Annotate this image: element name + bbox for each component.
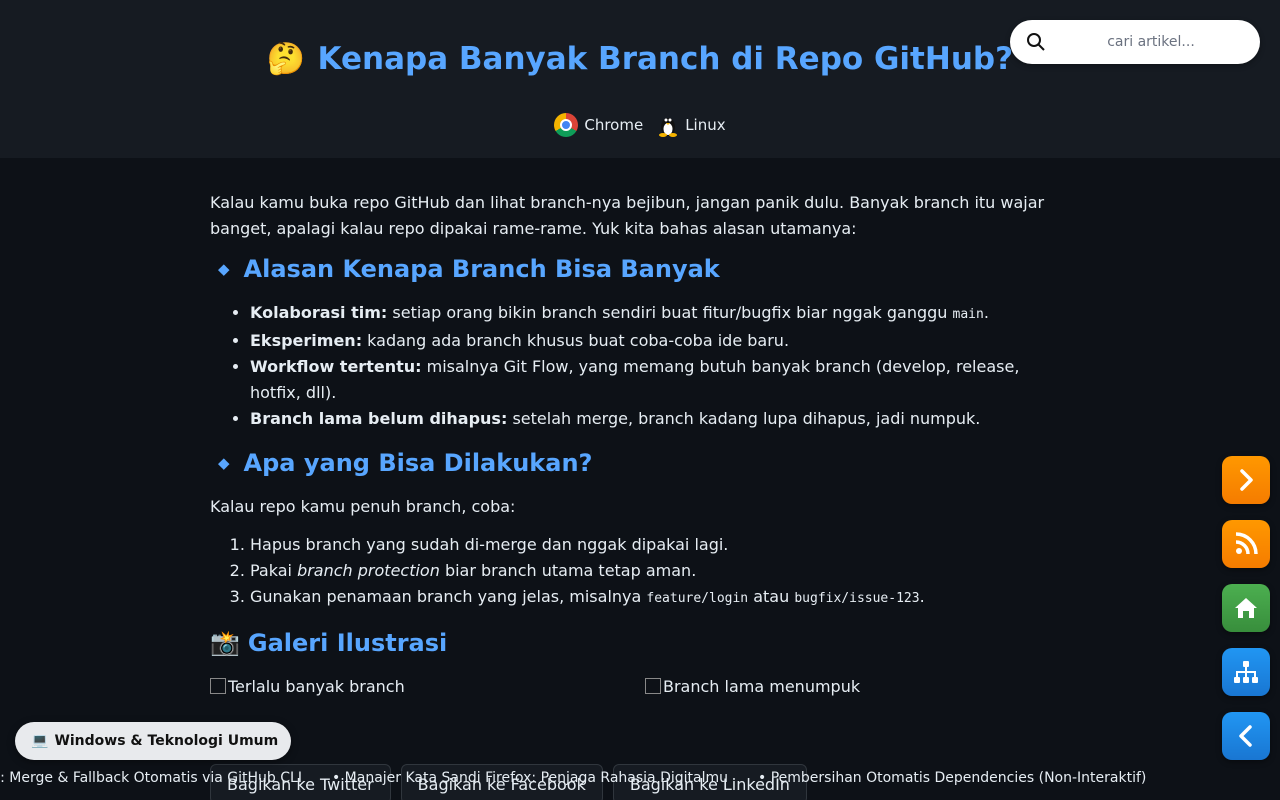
list-item-text: setiap orang bikin branch sendiri buat f…	[387, 303, 953, 322]
list-item: Pakai branch protection biar branch utam…	[250, 558, 1060, 584]
platform-chrome: Chrome	[554, 113, 643, 137]
section-heading-text: Apa yang Bisa Dilakukan?	[243, 449, 593, 477]
list-item: Branch lama belum dihapus: setelah merge…	[250, 406, 1060, 432]
platform-chrome-label: Chrome	[584, 116, 644, 134]
previous-article-button[interactable]	[1222, 712, 1270, 760]
list-item-text: Pakai	[250, 561, 298, 580]
diamond-icon: ◆	[218, 454, 230, 472]
actions-list: Hapus branch yang sudah di-merge dan ngg…	[250, 532, 1060, 612]
section-heading-text: Alasan Kenapa Branch Bisa Banyak	[243, 255, 720, 283]
page-title-text: Kenapa Banyak Branch di Repo GitHub?	[317, 41, 1014, 77]
chrome-icon	[554, 113, 579, 137]
ticker-item[interactable]: Pembersihan Otomatis Dependencies (Non-I…	[758, 770, 1147, 786]
list-item-text: .	[983, 303, 989, 322]
thinking-face-icon: 🤔	[266, 41, 306, 77]
gallery-image-broken[interactable]: Branch lama menumpuk	[645, 674, 860, 700]
list-item-bold: Kolaborasi tim:	[250, 303, 388, 322]
home-icon	[1235, 598, 1257, 618]
list-item-bold: Branch lama belum dihapus:	[250, 409, 508, 428]
category-label: Windows & Teknologi Umum	[54, 733, 279, 749]
list-item: Kolaborasi tim: setiap orang bikin branc…	[250, 300, 1060, 328]
next-article-button[interactable]	[1222, 456, 1270, 504]
list-item-bold: Workflow tertentu:	[250, 357, 422, 376]
search-icon	[1027, 33, 1045, 51]
search-input[interactable]	[1058, 30, 1244, 54]
platform-linux: Linux	[657, 113, 726, 137]
list-item-text: atau	[748, 587, 795, 606]
platform-badges: Chrome Linux	[0, 113, 1280, 137]
ticker-item[interactable]: Otomatis gh-force-merge.sh: Merge & Fall…	[0, 770, 302, 786]
rss-button[interactable]	[1222, 520, 1270, 568]
home-button[interactable]	[1222, 584, 1270, 632]
ticker-item[interactable]: Manajer Kata Sandi Firefox: Penjaga Raha…	[332, 770, 728, 786]
sitemap-icon	[1234, 661, 1258, 683]
broken-image-icon	[210, 678, 226, 694]
gallery-image-broken[interactable]: Terlalu banyak branch	[210, 674, 405, 700]
actions-intro: Kalau repo kamu penuh branch, coba:	[210, 497, 516, 516]
search-box[interactable]	[1010, 20, 1260, 64]
list-item-text: Hapus branch yang sudah di-merge dan ngg…	[250, 535, 729, 554]
image-alt-text: Branch lama menumpuk	[663, 677, 861, 696]
list-item-emphasis: branch protection	[297, 561, 440, 580]
image-alt-text: Terlalu banyak branch	[228, 677, 405, 696]
list-item-text: Gunakan penamaan branch yang jelas, misa…	[250, 587, 647, 606]
chevron-left-icon	[1239, 725, 1252, 747]
article-body: Kalau kamu buka repo GitHub dan lihat br…	[210, 190, 1060, 714]
gallery-images: Terlalu banyak branch Branch lama menump…	[210, 674, 1060, 714]
list-item-text: .	[919, 587, 925, 606]
list-item: Eksperimen: kadang ada branch khusus bua…	[250, 328, 1060, 354]
list-item: Workflow tertentu: misalnya Git Flow, ya…	[250, 354, 1060, 406]
list-item-text: kadang ada branch khusus buat coba-coba …	[362, 331, 790, 350]
inline-code: feature/login	[646, 591, 749, 606]
linux-icon	[659, 118, 678, 137]
inline-code: bugfix/issue-123	[794, 591, 920, 606]
section-heading-reasons: ◆ Alasan Kenapa Branch Bisa Banyak	[218, 256, 1060, 282]
list-item: Hapus branch yang sudah di-merge dan ngg…	[250, 532, 1060, 558]
article-intro: Kalau kamu buka repo GitHub dan lihat br…	[210, 193, 1045, 238]
diamond-icon: ◆	[218, 260, 230, 278]
laptop-icon: 💻	[31, 733, 49, 749]
sitemap-button[interactable]	[1222, 648, 1270, 696]
section-heading-actions: ◆ Apa yang Bisa Dilakukan?	[218, 450, 1060, 476]
reasons-list: Kolaborasi tim: setiap orang bikin branc…	[250, 300, 1060, 432]
list-item: Gunakan penamaan branch yang jelas, misa…	[250, 584, 1060, 612]
broken-image-icon	[645, 678, 661, 694]
list-item-text: biar branch utama tetap aman.	[439, 561, 697, 580]
platform-linux-label: Linux	[685, 116, 726, 134]
inline-code: main	[952, 307, 984, 322]
rss-icon	[1235, 532, 1258, 555]
list-item-bold: Eksperimen:	[250, 331, 363, 350]
chevron-right-icon	[1240, 469, 1253, 491]
list-item-text: setelah merge, branch kadang lupa dihapu…	[507, 409, 981, 428]
category-chip[interactable]: 💻 Windows & Teknologi Umum	[15, 722, 291, 760]
gallery-heading: 📸 Galeri Ilustrasi	[210, 630, 1060, 656]
camera-icon: 📸	[210, 629, 240, 657]
gallery-heading-text: Galeri Ilustrasi	[247, 629, 448, 657]
related-articles-ticker: Otomatis gh-force-merge.sh: Merge & Fall…	[0, 764, 1280, 794]
